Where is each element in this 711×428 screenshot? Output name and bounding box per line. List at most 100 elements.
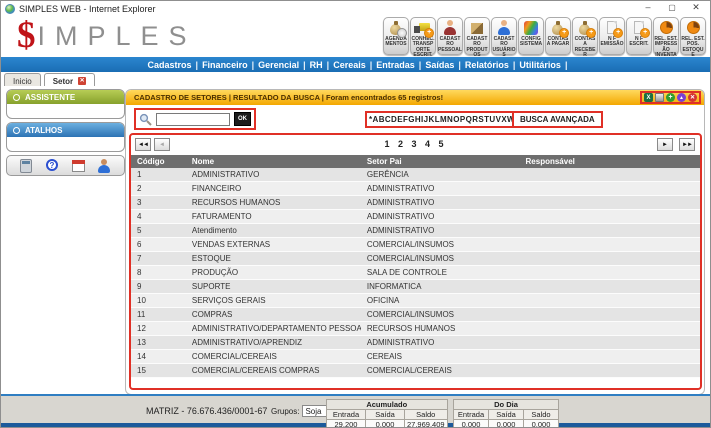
tool-button-label: CONFIG SISTEMA bbox=[519, 37, 543, 48]
table-cell: FATURAMENTO bbox=[186, 210, 361, 224]
table-row[interactable]: 11COMPRASCOMERCIAL/INSUMOS bbox=[131, 308, 700, 322]
calendar-icon[interactable] bbox=[71, 158, 86, 174]
table-cell: ADMINISTRATIVO bbox=[361, 224, 520, 238]
col-setor-pai[interactable]: Setor Pai bbox=[361, 155, 520, 168]
table-row[interactable]: 10SERVIÇOS GERAISOFICINA bbox=[131, 294, 700, 308]
tool-button[interactable]: CADASTRO PESSOAL bbox=[437, 17, 463, 55]
col-responsavel[interactable]: Responsável bbox=[520, 155, 700, 168]
table-row[interactable]: 3RECURSOS HUMANOSADMINISTRATIVO bbox=[131, 196, 700, 210]
table-cell: VENDAS EXTERNAS bbox=[186, 238, 361, 252]
quick-access-toolbar: AGENDA MENTOSCONHEC. TRANSPORTE ESCRIT.C… bbox=[383, 17, 706, 55]
add-record-icon[interactable] bbox=[666, 93, 675, 102]
col-codigo[interactable]: Código bbox=[131, 155, 186, 168]
menu-item-gerencial[interactable]: Gerencial bbox=[254, 60, 303, 70]
table-row[interactable]: 15COMERCIAL/CEREAIS COMPRASCOMERCIAL/CER… bbox=[131, 364, 700, 378]
table-row[interactable]: 5AtendimentoADMINISTRATIVO bbox=[131, 224, 700, 238]
menu-item-relatórios[interactable]: Relatórios bbox=[461, 60, 513, 70]
advanced-search-button[interactable]: BUSCA AVANÇADA bbox=[512, 111, 603, 128]
menu-item-rh[interactable]: RH bbox=[306, 60, 327, 70]
table-cell: ADMINISTRATIVO bbox=[186, 168, 361, 182]
menu-item-utilitários[interactable]: Utilitários bbox=[515, 60, 565, 70]
help-icon[interactable] bbox=[45, 158, 60, 174]
table-row[interactable]: 9SUPORTEINFORMATICA bbox=[131, 280, 700, 294]
table-row[interactable]: 2FINANCEIROADMINISTRATIVO bbox=[131, 182, 700, 196]
table-cell: COMERCIAL/INSUMOS bbox=[361, 252, 520, 266]
logo-text: IMPLES bbox=[38, 16, 197, 56]
table-row[interactable]: 12ADMINISTRATIVO/DEPARTAMENTO PESSOALREC… bbox=[131, 322, 700, 336]
table-row[interactable]: 6VENDAS EXTERNASCOMERCIAL/INSUMOS bbox=[131, 238, 700, 252]
tool-button[interactable]: N F EMISSÃO bbox=[599, 17, 625, 55]
tool-button-label: CADASTRO PESSOAL bbox=[438, 37, 462, 53]
close-icon[interactable] bbox=[688, 93, 697, 102]
printer-icon[interactable] bbox=[655, 93, 664, 102]
tool-button[interactable]: CONTAS A RECEBER bbox=[572, 17, 598, 55]
table-cell: GERÊNCIA bbox=[361, 168, 520, 182]
tool-button[interactable]: CADASTRO PRODUTOS bbox=[464, 17, 490, 55]
money-bag-clock-icon bbox=[387, 20, 405, 36]
table-row[interactable]: 8PRODUÇÃOSALA DE CONTROLE bbox=[131, 266, 700, 280]
main-panel: CADASTRO DE SETORES | RESULTADO DA BUSCA… bbox=[125, 89, 705, 395]
menu-item-entradas[interactable]: Entradas bbox=[372, 60, 419, 70]
tool-button-label: N F ESCRIT. bbox=[627, 37, 651, 48]
tool-button-label: CADASTRO USUÁRIOS bbox=[492, 37, 516, 58]
menu-item-cereais[interactable]: Cereais bbox=[329, 60, 370, 70]
pie-chart-icon bbox=[684, 20, 702, 36]
tool-button[interactable]: REL. EST. IMPRESSÃO INVENTARIO bbox=[653, 17, 679, 55]
minimize-button[interactable] bbox=[636, 1, 660, 15]
ok-button[interactable]: OK bbox=[234, 112, 251, 126]
calculator-icon[interactable] bbox=[19, 158, 34, 174]
tool-button[interactable]: CADASTRO USUÁRIOS bbox=[491, 17, 517, 55]
tool-button[interactable]: CONFIG SISTEMA bbox=[518, 17, 544, 55]
table-cell: COMERCIAL/INSUMOS bbox=[361, 308, 520, 322]
table-cell: 12 bbox=[131, 322, 186, 336]
menu-item-financeiro[interactable]: Financeiro bbox=[198, 60, 252, 70]
menu-separator: | bbox=[196, 60, 199, 70]
menu-item-cadastros[interactable]: Cadastros bbox=[144, 60, 196, 70]
mini-table-header: Saída bbox=[366, 410, 405, 420]
assistente-header[interactable]: ASSISTENTE bbox=[7, 90, 124, 104]
close-window-button[interactable] bbox=[684, 1, 708, 15]
content-title: CADASTRO DE SETORES | RESULTADO DA BUSCA… bbox=[134, 93, 443, 102]
menu-item-saídas[interactable]: Saídas bbox=[421, 60, 458, 70]
menu-separator: | bbox=[252, 60, 255, 70]
tool-button[interactable]: AGENDA MENTOS bbox=[383, 17, 409, 55]
next-page-button[interactable] bbox=[657, 138, 673, 151]
atalhos-header[interactable]: ATALHOS bbox=[7, 123, 124, 137]
alphabet-filter[interactable]: *ABCDEFGHIJKLMNOPQRSTUVXWYZ bbox=[365, 111, 530, 128]
tool-button[interactable]: CONTAS A PAGAR bbox=[545, 17, 571, 55]
tool-button[interactable]: REL. EST. POS. ESTOQUE bbox=[680, 17, 706, 55]
ie-globe-icon bbox=[5, 4, 15, 14]
palette-icon bbox=[522, 20, 540, 36]
table-row[interactable]: 1ADMINISTRATIVOGERÊNCIA bbox=[131, 168, 700, 182]
page-numbers[interactable]: 1 2 3 4 5 bbox=[131, 139, 700, 149]
col-nome[interactable]: Nome bbox=[186, 155, 361, 168]
search-input[interactable] bbox=[156, 113, 230, 126]
user-icon[interactable] bbox=[97, 158, 112, 174]
table-row[interactable]: 14COMERCIAL/CEREAISCEREAIS bbox=[131, 350, 700, 364]
tool-button[interactable]: N F ESCRIT. bbox=[626, 17, 652, 55]
mini-table-value: 0,000 bbox=[489, 420, 524, 428]
table-row[interactable]: 4FATURAMENTOADMINISTRATIVO bbox=[131, 210, 700, 224]
window-titlebar: SIMPLES WEB - Internet Explorer bbox=[1, 1, 710, 16]
table-cell bbox=[520, 364, 700, 378]
tool-button-label: CADASTRO PRODUTOS bbox=[465, 37, 489, 58]
table-row[interactable]: 7ESTOQUECOMERCIAL/INSUMOS bbox=[131, 252, 700, 266]
app-header: $ IMPLES AGENDA MENTOSCONHEC. TRANSPORTE… bbox=[1, 16, 710, 57]
tab-inicio[interactable]: Inicio bbox=[4, 73, 41, 86]
table-cell bbox=[520, 238, 700, 252]
table-cell: PRODUÇÃO bbox=[186, 266, 361, 280]
upload-icon[interactable] bbox=[677, 93, 686, 102]
products-box-icon bbox=[468, 20, 486, 36]
assistente-label: ASSISTENTE bbox=[25, 93, 75, 102]
money-bag-plus-icon bbox=[576, 20, 594, 36]
table-row[interactable]: 13ADMINISTRATIVO/APRENDIZADMINISTRATIVO bbox=[131, 336, 700, 350]
last-page-button[interactable] bbox=[679, 138, 695, 151]
maximize-button[interactable] bbox=[660, 1, 684, 15]
excel-export-icon[interactable] bbox=[644, 93, 653, 102]
table-cell: ADMINISTRATIVO/DEPARTAMENTO PESSOAL bbox=[186, 322, 361, 336]
tool-button[interactable]: CONHEC. TRANSPORTE ESCRIT. bbox=[410, 17, 436, 55]
table-cell: COMPRAS bbox=[186, 308, 361, 322]
document-plus-icon bbox=[630, 20, 648, 36]
tab-setor[interactable]: Setor bbox=[44, 73, 95, 86]
tab-close-icon[interactable] bbox=[78, 77, 86, 85]
